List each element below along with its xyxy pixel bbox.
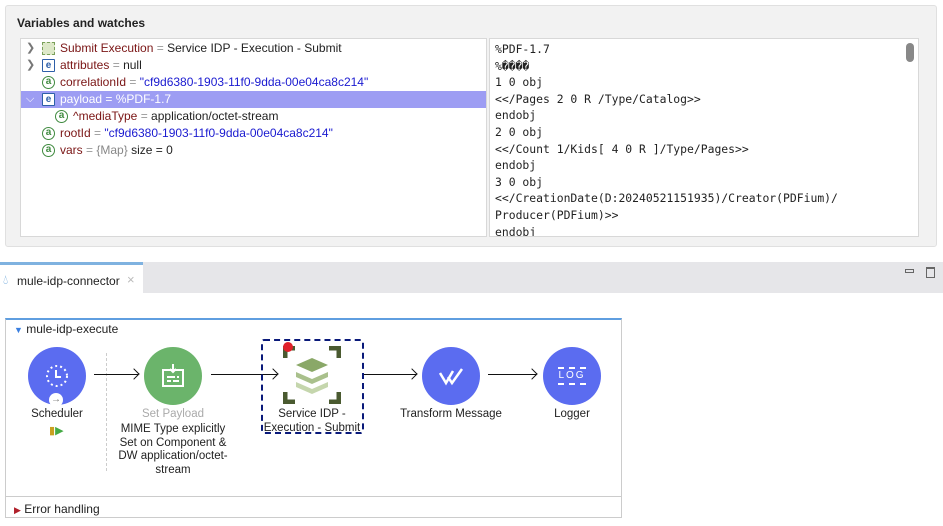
variables-panel: Variables and watches ❯ Submit Execution… — [5, 5, 937, 247]
error-handling-label: Error handling — [24, 502, 100, 516]
tree-row-attributes[interactable]: ❯ e attributes = null — [21, 57, 486, 74]
at-icon: a — [55, 110, 68, 123]
var-value: Service IDP - Execution - Submit — [167, 41, 342, 55]
source-arrow-icon: → — [49, 393, 63, 407]
tree-row-mediatype[interactable]: a ^mediaType = application/octet-stream — [21, 108, 486, 125]
dataweave-icon — [438, 368, 464, 386]
equals: = — [105, 92, 113, 106]
run-icon: ▮▶ — [49, 425, 64, 437]
breakpoint-icon[interactable] — [283, 342, 293, 352]
tab-label: mule-idp-connector — [17, 274, 120, 288]
variables-tree: ❯ Submit Execution = Service IDP - Execu… — [20, 38, 487, 237]
text-line: 1 0 obj — [495, 75, 544, 90]
var-value: "cf9d6380-1903-11f0-9dda-00e04ca8c214" — [104, 126, 333, 140]
text-line: endobj — [495, 158, 537, 173]
set-payload-icon — [162, 364, 184, 387]
tree-row-vars[interactable]: a vars = {Map} size = 0 — [21, 142, 486, 159]
scrollbar-thumb[interactable] — [906, 43, 914, 62]
equals: = — [140, 109, 148, 123]
var-type: {Map} — [96, 143, 128, 157]
e-icon: e — [42, 93, 55, 106]
var-name: payload — [60, 92, 103, 106]
set-payload-description: MIME Type explicitly Set on Component & … — [118, 423, 228, 476]
text-line: <</Pages 2 0 R /Type/Catalog>> — [495, 91, 701, 106]
panel-title: Variables and watches — [17, 16, 146, 30]
tree-row-submit-execution[interactable]: ❯ Submit Execution = Service IDP - Execu… — [21, 40, 486, 57]
var-value: size = 0 — [131, 143, 173, 157]
log-icon: LOG — [558, 367, 586, 385]
var-name: rootId — [60, 126, 91, 140]
triangle-right-icon[interactable]: ▶ — [14, 505, 21, 515]
text-line: <</CreationDate(D:20240521151935)/Creato… — [495, 191, 838, 206]
var-value: application/octet-stream — [151, 109, 279, 123]
tree-row-payload[interactable]: ⌵ e payload = %PDF-1.7 — [21, 91, 486, 108]
value-detail-text[interactable]: %PDF-1.7 %���� 1 0 obj <</Pages 2 0 R /Type… — [489, 38, 919, 237]
text-line: <</Count 1/Kids[ 4 0 R ]/Type/Pages>> — [495, 141, 749, 156]
error-handling-section[interactable]: ▶ Error handling — [6, 496, 621, 518]
text-line: endobj — [495, 108, 537, 123]
set-payload-label: Set Payload — [141, 408, 204, 420]
var-value: null — [123, 58, 142, 72]
var-name: ^mediaType — [73, 109, 138, 123]
var-name: Submit Execution — [60, 41, 154, 55]
var-name: attributes — [60, 58, 110, 72]
flow-title[interactable]: ▼ mule-idp-execute — [14, 322, 118, 336]
logger-node[interactable]: LOG — [543, 347, 601, 405]
equals: = — [94, 126, 102, 140]
flow-arrow — [488, 374, 536, 375]
tab-mule-idp-connector[interactable]: 💧︎ mule-idp-connector × — [0, 262, 143, 293]
var-name: vars — [60, 143, 83, 157]
service-idp-label: Service IDP - Execution - Submit — [263, 408, 361, 434]
text-line: 2 0 obj — [495, 124, 544, 139]
logger-label: Logger — [554, 408, 590, 420]
equals: = — [112, 58, 120, 72]
equals: = — [156, 41, 164, 55]
triangle-down-icon[interactable]: ▼ — [14, 325, 23, 335]
text-line: %���� — [495, 58, 530, 73]
at-icon: a — [42, 144, 55, 157]
equals: = — [86, 143, 94, 157]
chevron-right-icon[interactable]: ❯ — [26, 40, 36, 57]
var-value: "cf9d6380-1903-11f0-9dda-00e04ca8c214" — [139, 75, 369, 89]
e-icon: e — [42, 59, 55, 72]
text-line: endobj — [495, 224, 537, 237]
chevron-down-icon[interactable]: ⌵ — [26, 91, 36, 108]
equals: = — [129, 75, 137, 89]
set-payload-node[interactable] — [144, 347, 202, 405]
scheduler-label: Scheduler — [31, 408, 83, 420]
at-icon: a — [42, 127, 55, 140]
text-line: Producer(PDFium)>> — [495, 207, 619, 222]
text-line: 3 0 obj — [495, 174, 544, 189]
text-line: %PDF-1.7 — [495, 42, 550, 56]
idp-stack-icon — [283, 346, 341, 404]
chevron-right-icon[interactable]: ❯ — [26, 57, 36, 74]
var-name: correlationId — [60, 75, 127, 89]
mule-icon: 💧︎ — [3, 272, 9, 287]
clock-icon — [46, 365, 68, 387]
var-value: %PDF-1.7 — [115, 92, 172, 106]
tree-row-correlationid[interactable]: a correlationId = "cf9d6380-1903-11f0-9d… — [21, 74, 486, 91]
flow-arrow — [94, 374, 138, 375]
minimize-icon[interactable] — [905, 269, 914, 273]
processor-icon — [42, 42, 55, 55]
flow-arrow — [364, 374, 416, 375]
transform-message-node[interactable] — [422, 347, 480, 405]
flow-name: mule-idp-execute — [26, 322, 119, 336]
close-icon[interactable]: × — [127, 272, 135, 287]
tree-row-rootid[interactable]: a rootId = "cf9d6380-1903-11f0-9dda-00e0… — [21, 125, 486, 142]
at-icon: a — [42, 76, 55, 89]
maximize-icon[interactable] — [926, 267, 935, 278]
transform-message-label: Transform Message — [400, 408, 502, 420]
